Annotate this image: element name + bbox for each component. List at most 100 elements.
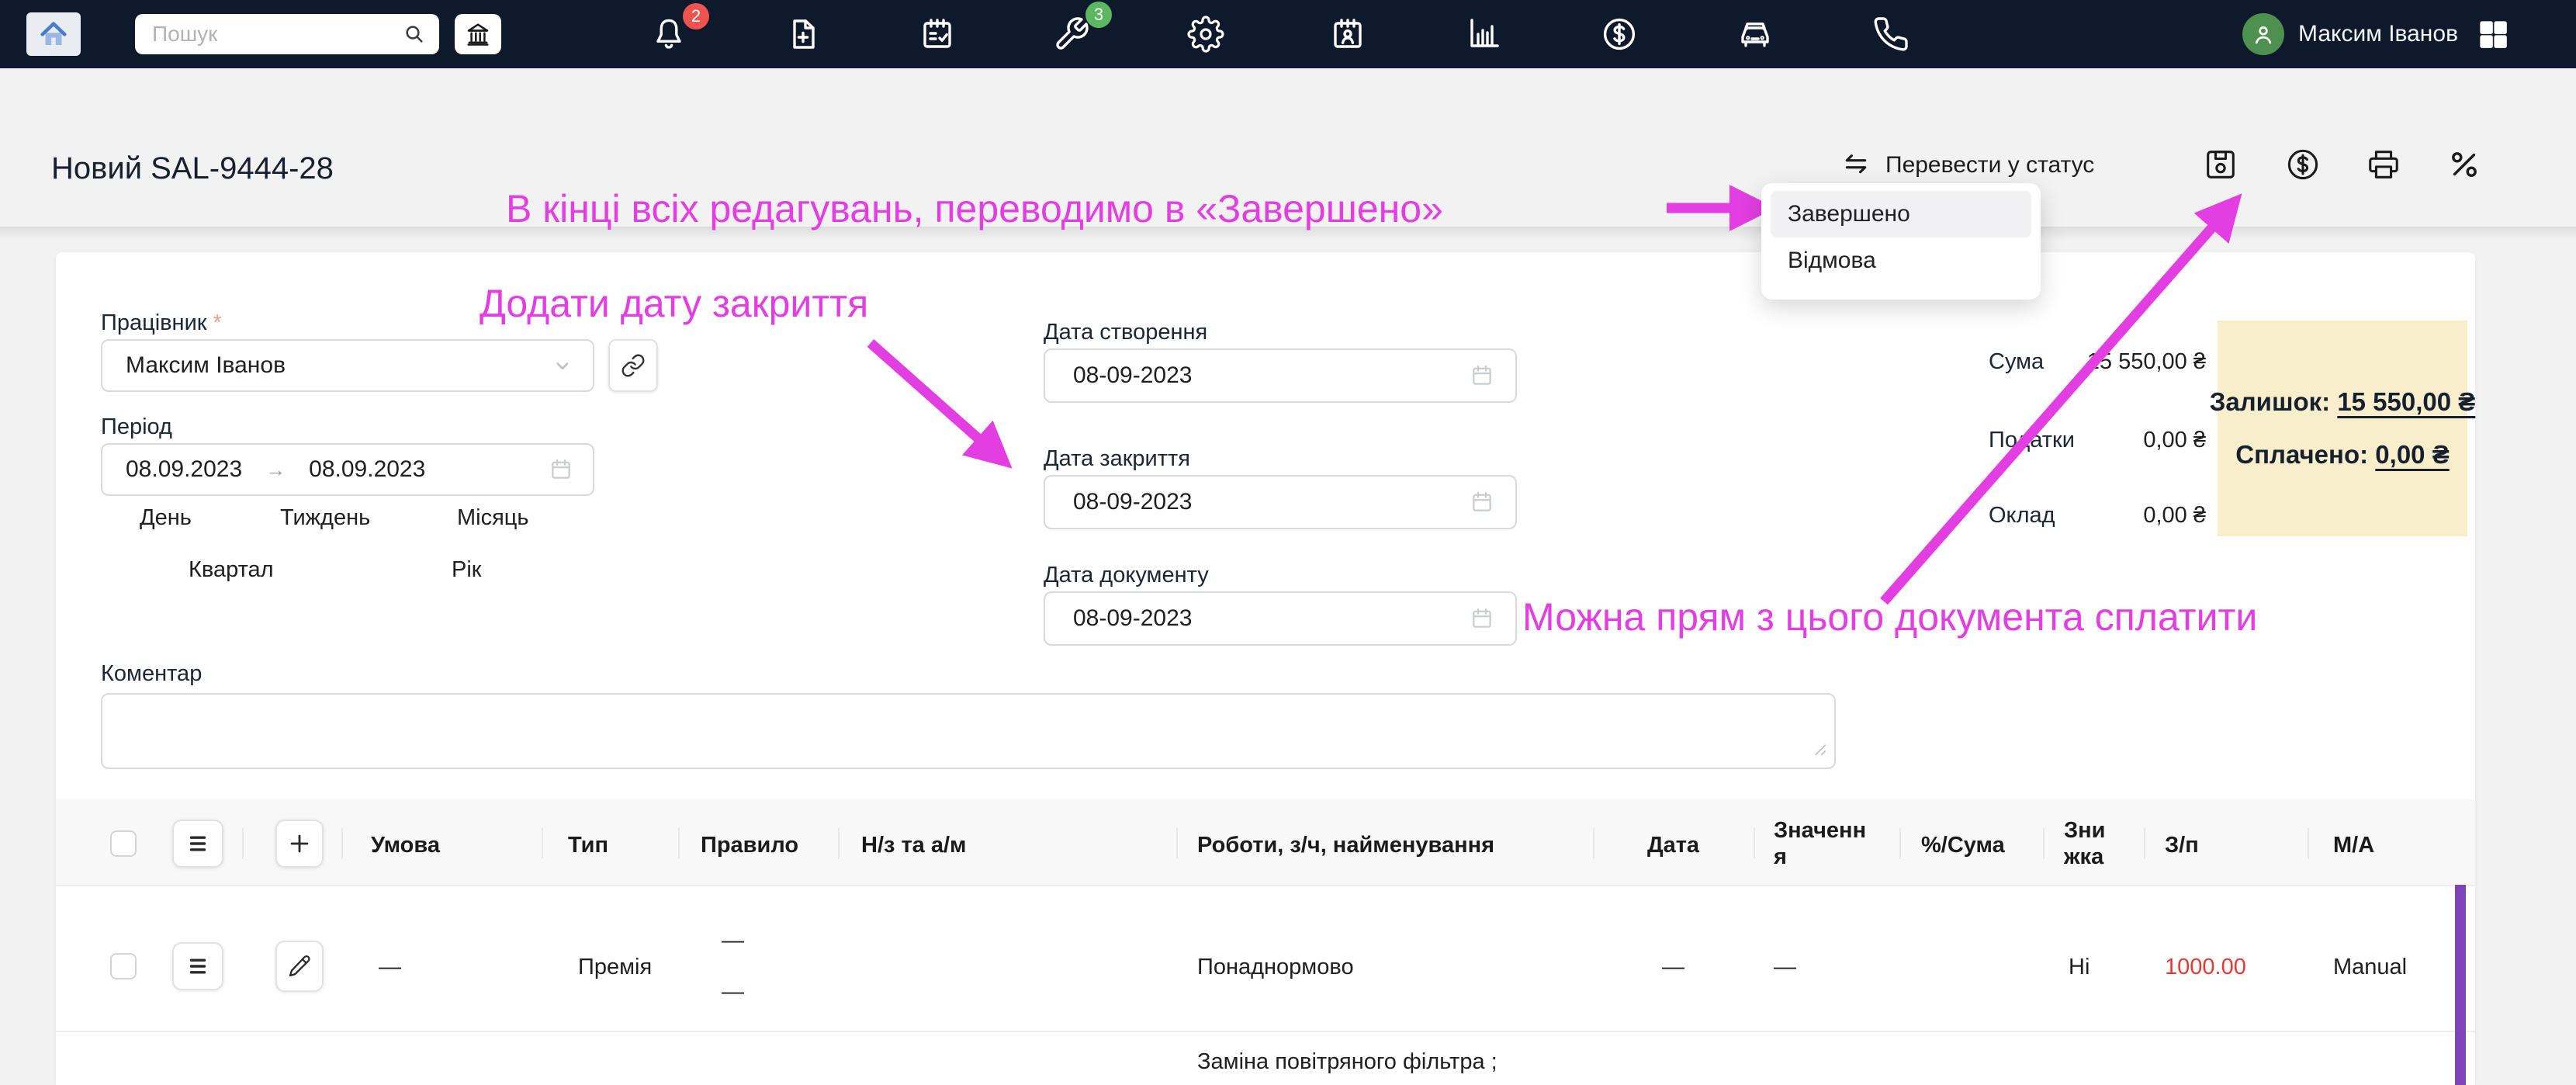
table-menu-button[interactable] <box>172 820 223 868</box>
column-separator <box>542 828 543 859</box>
row-divider <box>56 1031 2475 1032</box>
dollar-icon <box>2287 149 2318 180</box>
apps-button[interactable] <box>2477 18 2509 50</box>
bank-button[interactable] <box>455 14 501 54</box>
date-closed-input[interactable]: 08-09-2023 <box>1044 475 1517 529</box>
col-header-umova: Умова <box>371 833 440 858</box>
cell-typ: Премія <box>578 955 653 979</box>
period-arrow: → <box>265 457 286 481</box>
status-transfer-button[interactable]: Перевести у статус <box>1840 150 2094 181</box>
status-option-completed[interactable]: Завершено <box>1771 191 2031 237</box>
col-header-znachennia: Значення <box>1774 818 1867 869</box>
cell-roboty: Понаднормово <box>1197 955 1354 979</box>
cell-pravylo-1: — <box>722 928 744 953</box>
quick-period-quarter[interactable]: Квартал <box>189 557 274 583</box>
col-header-zp: З/п <box>2165 833 2199 858</box>
column-separator <box>2043 828 2045 859</box>
save-icon <box>2207 151 2235 179</box>
print-button[interactable] <box>2366 147 2401 182</box>
grid-icon <box>2480 21 2507 48</box>
row-menu-button[interactable] <box>172 942 223 990</box>
select-all-checkbox[interactable] <box>110 830 137 857</box>
search-input[interactable] <box>135 22 400 47</box>
cell-znyzhka: Ні <box>2069 955 2090 979</box>
checklist-calendar-icon <box>923 19 951 48</box>
calendar-icon <box>1473 608 1491 628</box>
col-header-data: Дата <box>1646 833 1700 858</box>
column-separator <box>838 828 840 859</box>
date-document-input[interactable]: 08-09-2023 <box>1044 591 1517 646</box>
balance-remaining: Залишок: 15 550,00 ₴ <box>2209 387 2476 416</box>
user-name[interactable]: Максим Іванов <box>2298 21 2458 47</box>
table-accent-bar <box>2455 885 2466 1085</box>
user-icon <box>2255 26 2272 44</box>
status-transfer-label: Перевести у статус <box>1885 152 2095 178</box>
annotation-close-date: Додати дату закриття <box>480 282 869 325</box>
page-title: Новий SAL-9444-28 <box>51 151 334 185</box>
wrench-icon <box>1056 17 1089 50</box>
employee-link-button[interactable] <box>608 339 658 392</box>
tasks-button[interactable] <box>914 11 961 57</box>
balance-box: Залишок: 15 550,00 ₴ Сплачено: 0,00 ₴ <box>2210 321 2475 536</box>
date-created-label: Дата створення <box>1044 320 1208 345</box>
date-created-input[interactable]: 08-09-2023 <box>1044 348 1517 403</box>
quick-period-month[interactable]: Місяць <box>457 505 529 531</box>
calendar-icon <box>1473 365 1491 385</box>
period-range-input[interactable]: 08.09.2023 → 08.09.2023 <box>101 443 594 496</box>
column-separator <box>2308 828 2309 859</box>
dollar-circle-icon <box>1603 18 1636 50</box>
vehicles-button[interactable] <box>1732 11 1778 57</box>
save-button[interactable] <box>2203 147 2238 182</box>
col-header-znyzhka: Знижка <box>2064 818 2106 869</box>
status-option-declined[interactable]: Відмова <box>1771 237 2031 284</box>
comment-label: Коментар <box>101 661 203 686</box>
row-edit-button[interactable] <box>275 941 324 992</box>
period-to: 08.09.2023 <box>309 456 426 482</box>
printer-icon <box>2369 151 2398 179</box>
cell-umova: — <box>379 955 401 979</box>
notifications-badge: 2 <box>683 3 709 29</box>
column-separator <box>1754 828 1755 859</box>
quick-period-week[interactable]: Тиждень <box>280 505 370 531</box>
avatar[interactable] <box>2242 13 2284 55</box>
car-icon <box>1741 23 1769 47</box>
pay-button[interactable] <box>2285 147 2321 182</box>
hr-calendar-button[interactable] <box>1324 11 1371 57</box>
settings-button[interactable] <box>1182 11 1229 57</box>
cell-pravylo-2: — <box>722 979 744 1004</box>
create-document-button[interactable] <box>780 11 826 57</box>
finance-button[interactable] <box>1596 11 1643 57</box>
cell-roboty-row2: Заміна повітряного фільтра ; <box>1197 1049 1497 1074</box>
cell-ma: Manual <box>2333 955 2408 979</box>
discount-button[interactable] <box>2446 147 2482 182</box>
row-checkbox[interactable] <box>110 953 137 979</box>
column-separator <box>2144 828 2145 859</box>
reports-button[interactable] <box>1460 11 1507 57</box>
chevron-down-icon <box>556 362 569 369</box>
column-separator <box>242 828 244 859</box>
status-dropdown: Завершено Відмова <box>1761 183 2041 300</box>
search-icon[interactable] <box>402 22 427 47</box>
employee-select[interactable]: Максим Іванов <box>101 339 594 392</box>
comment-textarea[interactable] <box>101 693 1836 769</box>
date-document-label: Дата документу <box>1044 563 1209 588</box>
bank-icon <box>467 23 489 46</box>
column-separator <box>341 828 343 859</box>
quick-period-year[interactable]: Рік <box>452 557 481 583</box>
resize-handle-icon[interactable] <box>1808 737 1828 757</box>
home-icon <box>40 22 67 45</box>
balance-paid: Сплачено: 0,00 ₴ <box>2235 440 2450 469</box>
home-button[interactable] <box>26 12 81 56</box>
file-plus-icon <box>793 19 815 49</box>
col-header-pravylo: Правило <box>701 833 799 858</box>
add-row-button[interactable] <box>275 820 324 868</box>
quick-period-day[interactable]: День <box>140 505 192 531</box>
col-header-ma: М/А <box>2333 833 2375 858</box>
calls-button[interactable] <box>1868 11 1914 57</box>
tools-badge: 3 <box>1085 2 1112 28</box>
date-closed-label: Дата закриття <box>1044 446 1190 471</box>
calendar-person-icon <box>1334 19 1362 48</box>
col-header-typ: Тип <box>568 833 608 858</box>
period-from: 08.09.2023 <box>126 456 243 482</box>
column-separator <box>1176 828 1178 859</box>
